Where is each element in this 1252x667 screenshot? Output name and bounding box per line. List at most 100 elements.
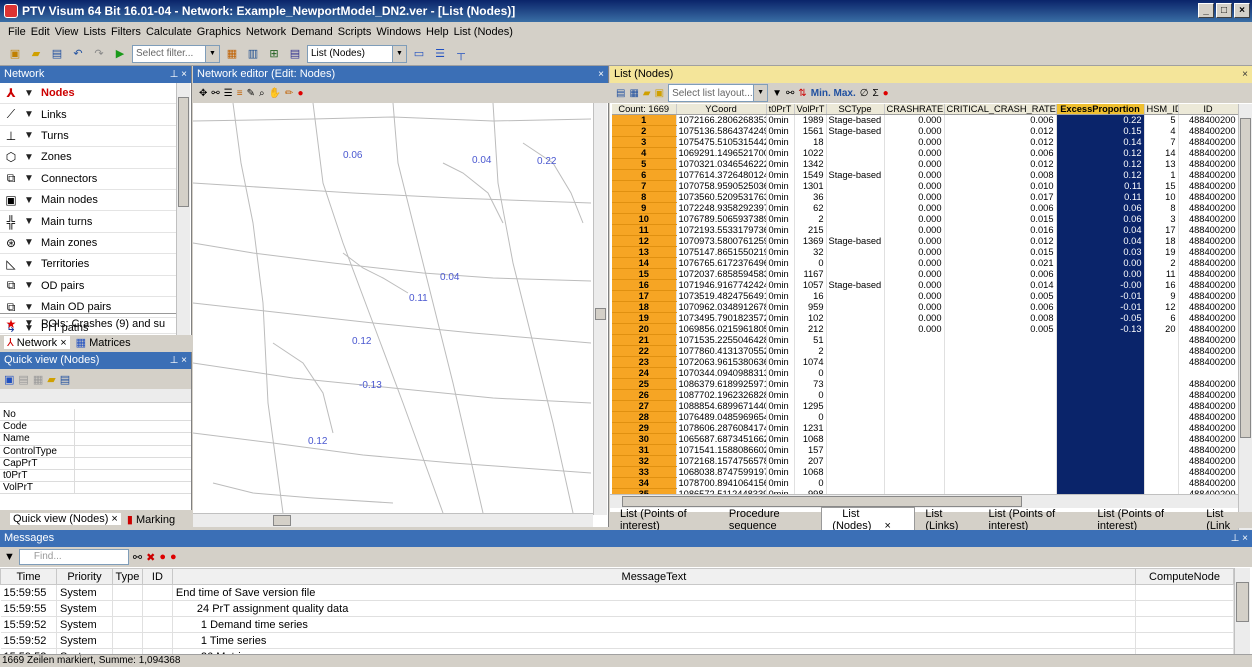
filter-icon[interactable]: ▼ bbox=[24, 88, 34, 99]
table-icon[interactable]: ▤ bbox=[286, 45, 304, 63]
network-item-main-nodes[interactable]: ▣ ▼ Main nodes bbox=[0, 190, 176, 212]
redo-icon[interactable]: ↷ bbox=[90, 45, 108, 63]
new-icon[interactable]: ▣ bbox=[6, 45, 24, 63]
message-row[interactable]: 15:59:55 System 24 PrT assignment quality … bbox=[0, 600, 1235, 617]
filter-icon[interactable]: ▼ bbox=[24, 302, 34, 313]
messages-binoculars-icon[interactable]: ⚯ bbox=[133, 551, 142, 564]
table-row[interactable]: 18 1070962.0348912678 0min 959 0.000 0.006 -0.… bbox=[612, 301, 1239, 313]
menu-windows[interactable]: Windows bbox=[376, 26, 421, 38]
split-icon[interactable]: ☰ bbox=[431, 45, 449, 63]
table-row[interactable]: 7 1070758.9590525036 0min 1301 0.000 0.010 0.1… bbox=[612, 180, 1239, 192]
list-column-header[interactable]: CRASHRATE bbox=[884, 104, 945, 115]
layers-icon[interactable]: ▦ bbox=[223, 45, 241, 63]
table-row[interactable]: 31 1071541.1588086602 0min 157 488400200 bbox=[612, 444, 1239, 456]
message-row[interactable]: 15:59:52 System 1 Demand time series bbox=[0, 616, 1235, 633]
table-row[interactable]: 30 1065687.6873451662 0min 1068 488400200 bbox=[612, 433, 1239, 445]
tab-list-poi-2[interactable]: List (Points of interest) bbox=[979, 508, 1088, 532]
network-item-main-turns[interactable]: ╬ ▼ Main turns bbox=[0, 211, 176, 233]
table-row[interactable]: 13 1075147.8651550219 0min 32 0.000 0.015 0.03… bbox=[612, 246, 1239, 258]
editor-vscrollbar[interactable] bbox=[593, 103, 607, 515]
pencil-icon[interactable]: ✏ bbox=[285, 88, 293, 99]
qv-row[interactable]: VolPrT bbox=[0, 482, 191, 495]
list-column-header[interactable]: VolPrT bbox=[794, 104, 827, 115]
list-sort-icon[interactable]: ⇅ bbox=[798, 88, 806, 99]
menu-lists[interactable]: Lists bbox=[83, 26, 106, 38]
table-row[interactable]: 25 1086379.6189925971 0min 73 488400200 bbox=[612, 378, 1239, 390]
close-button[interactable]: × bbox=[1234, 3, 1250, 18]
layout-icon[interactable]: ▭ bbox=[410, 45, 428, 63]
filter-icon[interactable]: ▼ bbox=[24, 152, 34, 163]
table-row[interactable]: 19 1073495.7901823572 0min 102 0.000 0.008 -0.… bbox=[612, 312, 1239, 324]
list-folder-icon[interactable]: ▣ bbox=[655, 88, 664, 99]
messages-column-header[interactable]: ID bbox=[141, 568, 173, 585]
qv-row[interactable]: Name bbox=[0, 433, 191, 446]
table-row[interactable]: 27 1088854.6899671440 0min 1295 488400200 bbox=[612, 400, 1239, 412]
filter-icon[interactable]: ▼ bbox=[24, 280, 34, 291]
table-row[interactable]: 17 1073519.4824756491 0min 16 0.000 0.005 -0.0… bbox=[612, 290, 1239, 302]
qv-settings-icon[interactable]: ▣ bbox=[4, 373, 14, 386]
menu-calculate[interactable]: Calculate bbox=[146, 26, 192, 38]
menu-network[interactable]: Network bbox=[246, 26, 286, 38]
qv-paste-icon[interactable]: ▦ bbox=[33, 373, 43, 386]
table-row[interactable]: 21 1071535.2255046428 0min 51 488400200 bbox=[612, 334, 1239, 346]
menu-graphics[interactable]: Graphics bbox=[197, 26, 241, 38]
messages-column-header[interactable]: Priority bbox=[55, 568, 113, 585]
menu-help[interactable]: Help bbox=[426, 26, 449, 38]
messages-column-header[interactable]: Type bbox=[111, 568, 143, 585]
network-map[interactable] bbox=[193, 103, 591, 513]
list-empty-icon[interactable]: ∅ bbox=[860, 88, 869, 99]
table-row[interactable]: 9 1072248.9358292397 0min 62 0.000 0.006 0.06 8… bbox=[612, 202, 1239, 214]
table-row[interactable]: 16 1071946.9167742424 0min 1057 Stage-based 0… bbox=[612, 279, 1239, 291]
menu-scripts[interactable]: Scripts bbox=[338, 26, 372, 38]
network-item-pois[interactable]: ★ ▼ POIs: Crashes (9) and su bbox=[0, 313, 176, 335]
filter-icon[interactable]: ▼ bbox=[24, 130, 34, 141]
tab-matrices[interactable]: ▦ Matrices bbox=[76, 336, 131, 349]
columns-icon[interactable]: ┬ bbox=[452, 45, 470, 63]
chart-icon[interactable]: ▥ bbox=[244, 45, 262, 63]
table-row[interactable]: 14 1076765.6172376496 0min 0 0.000 0.021 0.00 2… bbox=[612, 257, 1239, 269]
list-column-header[interactable]: HSM_ID bbox=[1144, 104, 1179, 115]
tab-network[interactable]: ⅄ Network × bbox=[4, 336, 70, 349]
list-stop-icon[interactable]: ● bbox=[883, 88, 889, 99]
table-row[interactable]: 22 1077860.4131370552 0min 2 488400200 bbox=[612, 345, 1239, 357]
messages-clear-icon[interactable]: ✖ bbox=[146, 551, 155, 564]
list-column-header[interactable]: ID bbox=[1178, 104, 1239, 115]
filter-icon[interactable]: ▼ bbox=[24, 237, 34, 248]
menu-view[interactable]: View bbox=[55, 26, 79, 38]
qv-row[interactable]: No bbox=[0, 409, 191, 422]
list-layout-select[interactable]: Select list layout... ▼ bbox=[668, 84, 769, 102]
message-row[interactable]: 15:59:52 System 1 Time series bbox=[0, 632, 1235, 649]
table-row[interactable]: 12 1070973.5800761259 0min 1369 Stage-based 0… bbox=[612, 235, 1239, 247]
network-item-nodes[interactable]: ⅄ ▼ Nodes bbox=[0, 83, 176, 105]
network-item-turns[interactable]: ⊥ ▼ Turns bbox=[0, 126, 176, 148]
table-row[interactable]: 26 1087702.1962326828 0min 0 488400200 bbox=[612, 389, 1239, 401]
list-copy-icon[interactable]: ▦ bbox=[629, 88, 638, 99]
open-icon[interactable]: ▰ bbox=[27, 45, 45, 63]
table-row[interactable]: 28 1076489.0485969654 0min 0 488400200 bbox=[612, 411, 1239, 423]
pan-icon[interactable]: ✋ bbox=[269, 88, 281, 99]
edit-icon[interactable]: ✎ bbox=[247, 88, 255, 99]
qv-row[interactable]: CapPrT bbox=[0, 457, 191, 470]
tab-list-links[interactable]: List (Links) bbox=[915, 508, 978, 532]
table-row[interactable]: 15 1072037.6858594583 0min 1167 0.000 0.006 0.… bbox=[612, 268, 1239, 280]
filter-icon[interactable]: ▼ bbox=[24, 195, 34, 206]
menu-filters[interactable]: Filters bbox=[111, 26, 141, 38]
network-item-links[interactable]: ⟋ ▼ Links bbox=[0, 104, 176, 126]
list-select[interactable]: List (Nodes) ▼ bbox=[307, 44, 407, 63]
graph-icon[interactable]: ⊞ bbox=[265, 45, 283, 63]
list-save-icon[interactable]: ▤ bbox=[616, 88, 625, 99]
table-row[interactable]: 29 1078606.2876084174 0min 1231 488400200 bbox=[612, 422, 1239, 434]
list-column-header[interactable]: t0PrT bbox=[766, 104, 795, 115]
list-minmax-icon[interactable]: Min. Max. bbox=[811, 88, 856, 99]
tab-list-link[interactable]: List (Link bbox=[1196, 508, 1252, 532]
network-scrollbar[interactable] bbox=[176, 83, 190, 335]
zoom-icon[interactable]: ⌕ bbox=[259, 88, 265, 99]
filter-icon[interactable]: ▼ bbox=[24, 216, 34, 227]
filter-icon[interactable]: ▼ bbox=[24, 173, 34, 184]
table-row[interactable]: 3 1075475.5105315442 0min 18 0.000 0.012 0.14 7… bbox=[612, 136, 1239, 148]
messages-column-header[interactable]: ComputeNode bbox=[1134, 568, 1235, 585]
table-row[interactable]: 24 1070344.0940988313 0min 0 bbox=[612, 367, 1239, 379]
table-row[interactable]: 2 1075136.5864374249 0min 1561 Stage-based 0.… bbox=[612, 125, 1239, 137]
minimize-button[interactable]: _ bbox=[1198, 3, 1214, 18]
menu-file[interactable]: File bbox=[8, 26, 26, 38]
